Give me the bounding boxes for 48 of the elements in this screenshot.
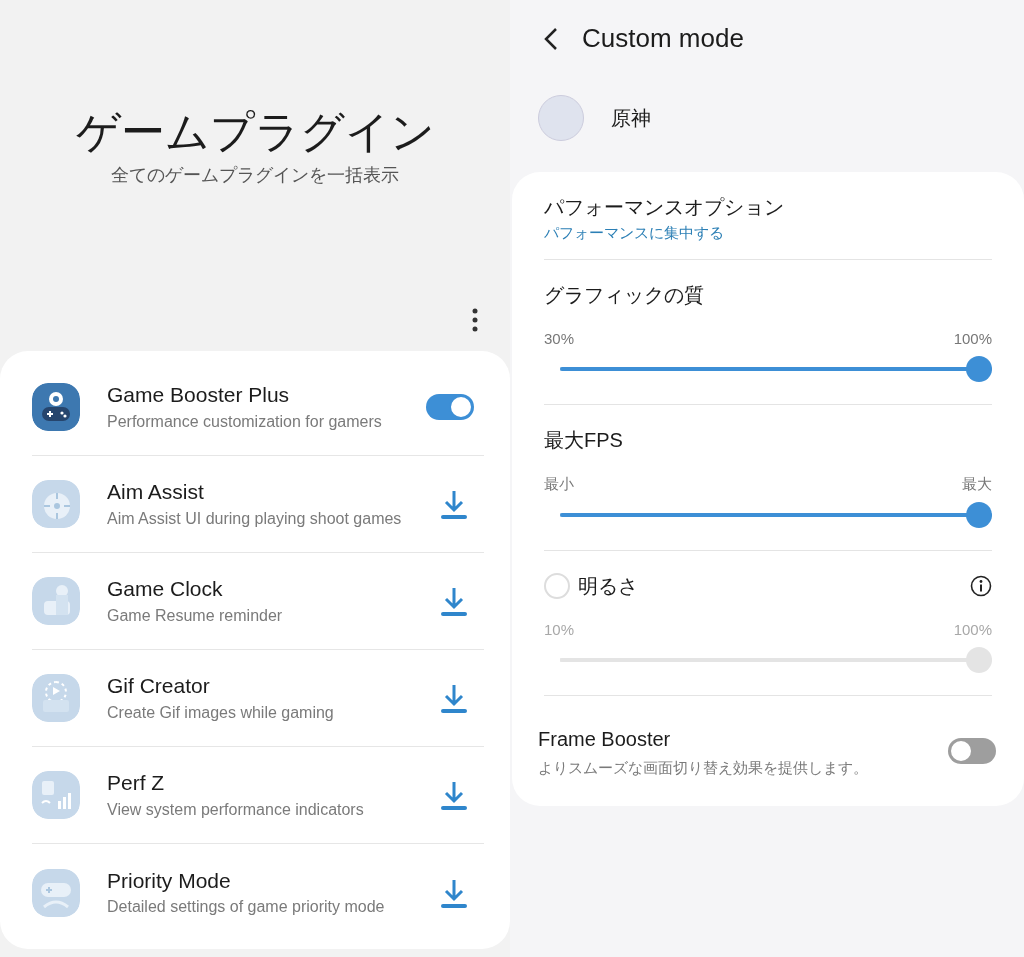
page-subtitle: 全てのゲームプラグインを一括表示	[110, 164, 400, 188]
plugin-description: Detailed settings of game priority mode	[107, 897, 386, 918]
gamepad-icon	[32, 868, 80, 917]
slider-min-label: 30%	[544, 328, 575, 349]
download-icon[interactable]	[438, 779, 470, 812]
slider-thumb[interactable]	[966, 356, 992, 382]
game-avatar	[538, 95, 584, 141]
crosshair-icon	[32, 480, 80, 529]
plugin-description: Create Gif images while gaming	[107, 702, 335, 723]
setting-label: 最大FPS	[544, 428, 623, 453]
slider-min-label: 10%	[544, 619, 575, 640]
info-icon[interactable]	[970, 574, 992, 597]
plugin-name: Game Booster Plus	[107, 382, 291, 408]
clock-gamepad-icon	[32, 577, 80, 626]
plugin-name: Perf Z	[107, 770, 166, 796]
chart-icon	[32, 771, 80, 820]
plugin-name: Priority Mode	[107, 867, 232, 894]
download-icon[interactable]	[438, 682, 470, 715]
slider-max-label: 100%	[953, 619, 992, 640]
back-icon[interactable]	[542, 26, 560, 50]
setting-description: よりスムーズな画面切り替え効果を提供します。	[538, 758, 869, 778]
game-name: 原神	[611, 106, 651, 131]
plugin-description: Performance customization for gamers	[107, 411, 383, 432]
gif-play-icon	[32, 674, 80, 723]
slider-max-label: 100%	[953, 328, 992, 349]
plugin-name: Gif Creator	[107, 673, 211, 699]
page-title: ゲームプラグイン	[74, 108, 436, 157]
toggle-switch[interactable]	[948, 737, 996, 764]
download-icon[interactable]	[438, 585, 470, 618]
setting-label: Frame Booster	[538, 727, 672, 752]
slider-thumb[interactable]	[966, 501, 992, 528]
plugin-description: Aim Assist UI during playing shoot games	[107, 508, 403, 529]
gear-gamepad-icon	[32, 383, 80, 432]
slider-thumb[interactable]	[966, 647, 992, 673]
setting-label: グラフィックの質	[544, 282, 704, 308]
screen-title: Custom mode	[582, 21, 744, 55]
setting-label: パフォーマンスオプション	[544, 195, 785, 220]
slider-min-label: 最小	[544, 474, 574, 494]
plugin-name: Game Clock	[107, 576, 224, 602]
plugin-description: Game Resume reminder	[107, 605, 284, 626]
plugin-description: View system performance indicators	[107, 799, 365, 820]
setting-label: 明るさ	[578, 573, 638, 599]
download-icon[interactable]	[438, 488, 470, 521]
more-options-icon[interactable]	[470, 307, 480, 334]
slider-max-label: 最大	[962, 474, 992, 494]
toggle-switch[interactable]	[426, 394, 474, 421]
plugin-name: Aim Assist	[107, 479, 205, 505]
setting-value[interactable]: パフォーマンスに集中する	[544, 222, 992, 245]
